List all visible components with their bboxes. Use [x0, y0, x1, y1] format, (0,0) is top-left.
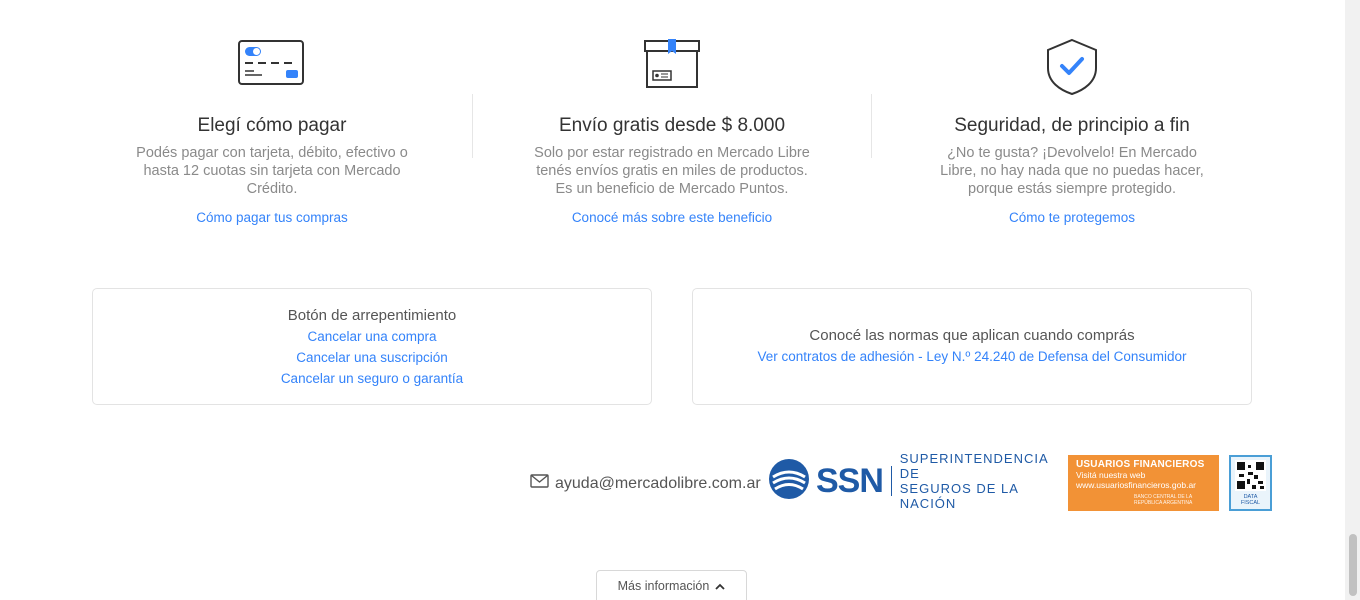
ssn-acronym: SSN: [816, 461, 884, 500]
ssn-separator: [890, 466, 892, 496]
mail-icon: [530, 474, 549, 493]
more-info-button[interactable]: Más información: [596, 570, 747, 600]
ssn-logo-link[interactable]: SSN SUPERINTENDENCIA DE SEGUROS DE LA NA…: [768, 451, 1048, 511]
data-fiscal-badge[interactable]: DATA FISCAL: [1229, 455, 1272, 511]
feature-text: Podés pagar con tarjeta, débito, efectiv…: [136, 145, 408, 197]
ssn-full-name: SUPERINTENDENCIA DE SEGUROS DE LA NACIÓN: [900, 451, 1048, 511]
feature-divider: [871, 94, 872, 158]
feature-text: ¿No te gusta? ¡Devolvelo! En Mercado Lib…: [940, 145, 1204, 197]
shipping-box-icon: [643, 38, 701, 95]
usuarios-financieros-banner[interactable]: USUARIOS FINANCIEROS Visitá nuestra web …: [1068, 455, 1219, 511]
repentance-box: Botón de arrepentimiento Cancelar una co…: [92, 288, 652, 405]
ssn-name-line1: SUPERINTENDENCIA DE: [899, 451, 1048, 481]
norms-title: Conocé las normas que aplican cuando com…: [809, 327, 1135, 344]
shield-check-icon: [1044, 38, 1100, 101]
cancel-purchase-link[interactable]: Cancelar una compra: [93, 326, 651, 347]
feature-shipping: Envío gratis desde $ 8.000 Solo por esta…: [472, 0, 872, 240]
uf-line2: www.usuariosfinancieros.gob.ar: [1076, 480, 1197, 490]
repentance-title: Botón de arrepentimiento: [287, 307, 457, 324]
feature-title: Seguridad, de principio a fin: [954, 115, 1190, 136]
ssn-emblem-icon: [768, 458, 810, 505]
shipping-benefit-link[interactable]: Conocé más sobre este beneficio: [472, 210, 872, 225]
features-section: Elegí cómo pagar Podés pagar con tarjeta…: [72, 0, 1272, 240]
feature-security: Seguridad, de principio a fin ¿No te gus…: [872, 0, 1272, 240]
help-email-link[interactable]: ayuda@mercadolibre.com.ar: [530, 474, 761, 493]
protection-link[interactable]: Cómo te protegemos: [872, 210, 1272, 225]
adhesion-contracts-link[interactable]: Ver contratos de adhesión - Ley N.º 24.2…: [693, 346, 1251, 368]
page-scrollbar[interactable]: [1345, 0, 1360, 600]
uf-line1: Visitá nuestra web: [1076, 470, 1146, 480]
feature-title: Elegí cómo pagar: [197, 115, 347, 136]
data-fiscal-label: DATA FISCAL: [1240, 494, 1261, 506]
cancel-insurance-link[interactable]: Cancelar un seguro o garantía: [93, 368, 651, 389]
feature-payment: Elegí cómo pagar Podés pagar con tarjeta…: [72, 0, 472, 240]
ssn-name-line2: SEGUROS DE LA NACIÓN: [899, 481, 1019, 511]
payment-link[interactable]: Cómo pagar tus compras: [72, 210, 472, 225]
chevron-up-icon: [715, 579, 725, 593]
help-email: ayuda@mercadolibre.com.ar: [555, 474, 761, 492]
cancel-subscription-link[interactable]: Cancelar una suscripción: [93, 347, 651, 368]
credit-card-icon: [238, 38, 306, 91]
more-info-label: Más información: [617, 579, 710, 593]
uf-title: USUARIOS FINANCIEROS: [1076, 459, 1205, 470]
scrollbar-thumb[interactable]: [1349, 534, 1357, 596]
norms-box: Conocé las normas que aplican cuando com…: [692, 288, 1252, 405]
feature-title: Envío gratis desde $ 8.000: [558, 115, 786, 136]
uf-bank: BANCO CENTRAL DE LA REPÚBLICA ARGENTINA: [1134, 494, 1193, 506]
feature-divider: [472, 94, 473, 158]
feature-text: Solo por estar registrado en Mercado Lib…: [534, 145, 810, 197]
